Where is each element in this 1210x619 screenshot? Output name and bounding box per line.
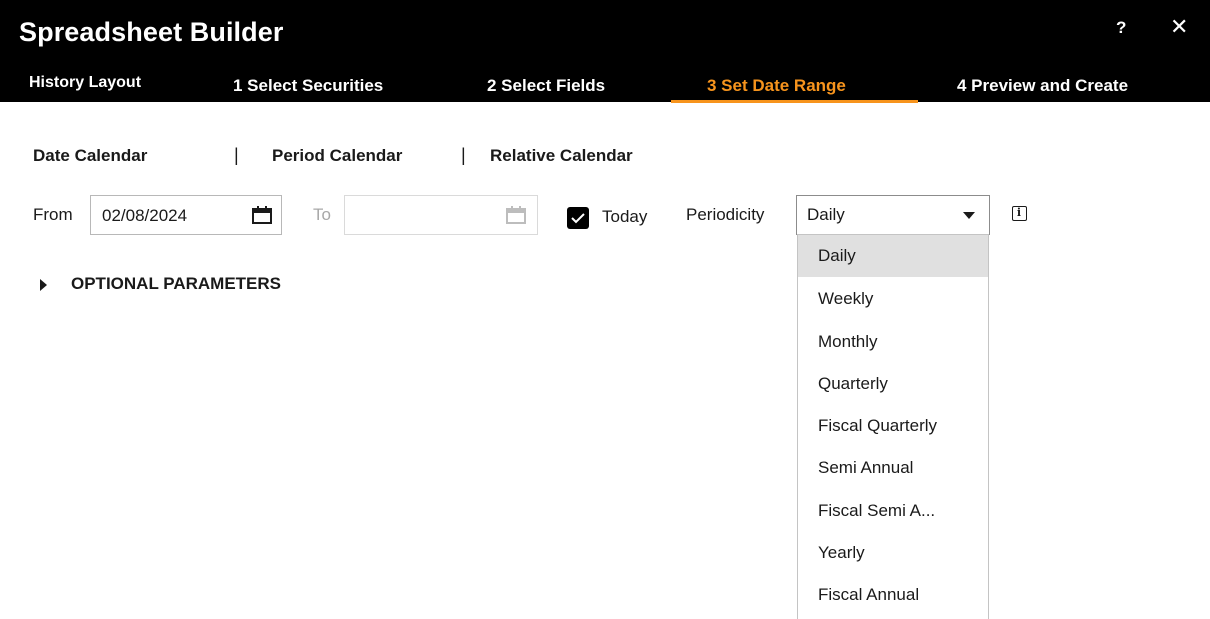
active-tab-indicator	[671, 100, 918, 103]
from-date-field[interactable]: 02/08/2024	[90, 195, 282, 235]
help-button[interactable]: ?	[1116, 18, 1126, 38]
calendar-separator: |	[234, 145, 239, 165]
periodicity-option-semi-annual[interactable]: Semi Annual	[798, 447, 988, 489]
periodicity-option-fiscal-quarterly[interactable]: Fiscal Quarterly	[798, 405, 988, 447]
calendar-separator: |	[461, 145, 466, 165]
chevron-down-icon	[963, 212, 975, 219]
from-label: From	[33, 205, 73, 224]
today-label[interactable]: Today	[602, 207, 647, 227]
periodicity-label: Periodicity	[686, 205, 765, 224]
tab-preview-and-create[interactable]: 4 Preview and Create	[957, 76, 1128, 96]
tab-history-layout[interactable]: History Layout	[29, 74, 141, 92]
relative-calendar-link[interactable]: Relative Calendar	[490, 146, 633, 166]
close-icon[interactable]: ✕	[1170, 16, 1188, 38]
periodicity-option-fiscal-annual[interactable]: Fiscal Annual	[798, 574, 988, 616]
to-date-field[interactable]	[344, 195, 538, 235]
from-date-value: 02/08/2024	[102, 206, 188, 225]
checkmark-icon	[571, 213, 585, 224]
date-calendar-link[interactable]: Date Calendar	[33, 146, 147, 166]
tab-select-fields[interactable]: 2 Select Fields	[487, 76, 605, 96]
calendar-icon[interactable]	[506, 206, 526, 224]
periodicity-option-daily[interactable]: Daily	[798, 235, 988, 277]
title-bar: Spreadsheet Builder ? ✕ History Layout 1…	[0, 0, 1210, 103]
tab-set-date-range[interactable]: 3 Set Date Range	[707, 76, 846, 96]
periodicity-dropdown: Daily Weekly Monthly Quarterly Fiscal Qu…	[797, 234, 989, 619]
periodicity-option-monthly[interactable]: Monthly	[798, 321, 988, 363]
periodicity-option-fiscal-semi-annual[interactable]: Fiscal Semi A...	[798, 490, 988, 532]
expand-arrow-icon[interactable]	[40, 279, 47, 291]
today-checkbox[interactable]	[567, 207, 589, 229]
optional-parameters-toggle[interactable]: OPTIONAL PARAMETERS	[71, 274, 281, 294]
calendar-icon[interactable]	[252, 206, 272, 224]
info-icon[interactable]: i	[1012, 206, 1027, 221]
periodicity-option-quarterly[interactable]: Quarterly	[798, 363, 988, 405]
periodicity-selected-value: Daily	[807, 205, 845, 224]
tab-select-securities[interactable]: 1 Select Securities	[233, 76, 383, 96]
periodicity-option-weekly[interactable]: Weekly	[798, 278, 988, 320]
periodicity-select[interactable]: Daily	[796, 195, 990, 235]
window-title: Spreadsheet Builder	[19, 17, 284, 47]
period-calendar-link[interactable]: Period Calendar	[272, 146, 402, 166]
periodicity-option-yearly[interactable]: Yearly	[798, 532, 988, 574]
to-label: To	[313, 205, 331, 224]
